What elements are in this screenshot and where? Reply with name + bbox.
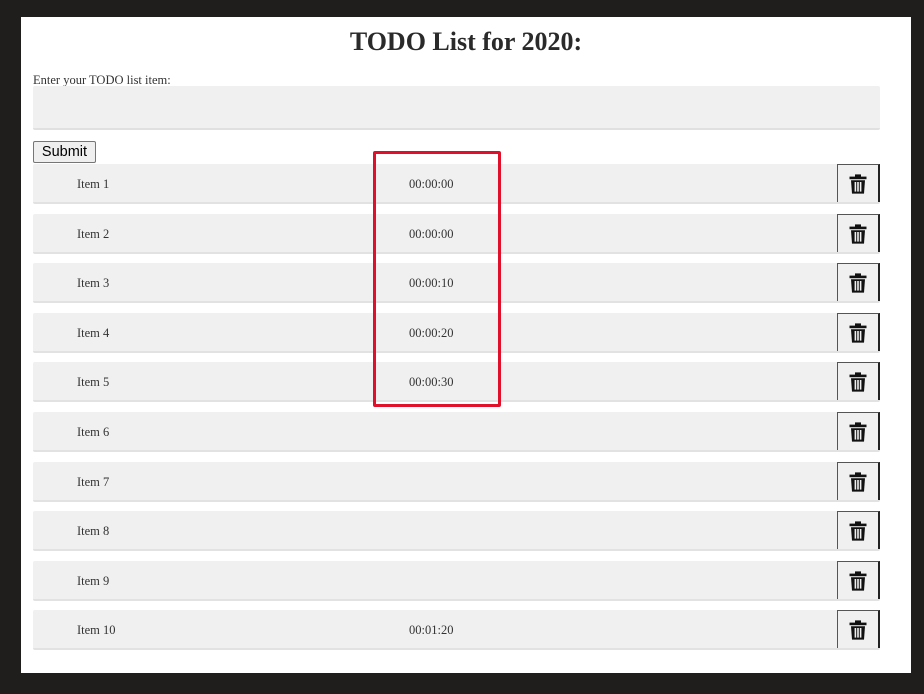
trash-icon bbox=[849, 322, 867, 343]
list-item: Item 3 00:00:10 bbox=[33, 263, 880, 303]
item-label: Item 7 bbox=[77, 475, 110, 489]
list-item: Item 10 00:01:20 bbox=[33, 610, 880, 650]
list-item: Item 1 00:00:00 bbox=[33, 164, 880, 204]
trash-icon bbox=[849, 471, 867, 492]
trash-icon bbox=[849, 520, 867, 541]
delete-item-button[interactable] bbox=[837, 511, 880, 549]
list-item: Item 6 bbox=[33, 412, 880, 452]
trash-icon bbox=[849, 173, 867, 194]
delete-item-button[interactable] bbox=[837, 610, 880, 648]
trash-icon bbox=[849, 371, 867, 392]
todo-input[interactable] bbox=[33, 86, 880, 130]
item-label: Item 8 bbox=[77, 524, 110, 538]
submit-button[interactable]: Submit bbox=[33, 141, 96, 163]
list-item: Item 4 00:00:20 bbox=[33, 313, 880, 353]
item-timestamp: 00:00:00 bbox=[409, 177, 454, 191]
item-label: Item 3 bbox=[77, 276, 110, 290]
trash-icon bbox=[849, 421, 867, 442]
trash-icon bbox=[849, 570, 867, 591]
page-title: TODO List for 2020: bbox=[349, 27, 583, 56]
item-timestamp: 00:01:20 bbox=[409, 623, 454, 637]
item-label: Item 9 bbox=[77, 574, 110, 588]
delete-item-button[interactable] bbox=[837, 462, 880, 500]
delete-item-button[interactable] bbox=[837, 561, 880, 599]
list-item: Item 2 00:00:00 bbox=[33, 214, 880, 254]
item-label: Item 4 bbox=[77, 326, 110, 340]
delete-item-button[interactable] bbox=[837, 214, 880, 252]
item-timestamp: 00:00:20 bbox=[409, 326, 454, 340]
list-item: Item 9 bbox=[33, 561, 880, 601]
delete-item-button[interactable] bbox=[837, 412, 880, 450]
delete-item-button[interactable] bbox=[837, 362, 880, 400]
item-label: Item 5 bbox=[77, 375, 110, 389]
item-label: Item 10 bbox=[77, 623, 116, 637]
list-item: Item 8 bbox=[33, 511, 880, 551]
item-timestamp: 00:00:30 bbox=[409, 375, 454, 389]
item-timestamp: 00:00:10 bbox=[409, 276, 454, 290]
trash-icon bbox=[849, 223, 867, 244]
item-timestamp: 00:00:00 bbox=[409, 227, 454, 241]
delete-item-button[interactable] bbox=[837, 313, 880, 351]
trash-icon bbox=[849, 619, 867, 640]
list-item: Item 5 00:00:30 bbox=[33, 362, 880, 402]
delete-item-button[interactable] bbox=[837, 263, 880, 301]
delete-item-button[interactable] bbox=[837, 164, 880, 202]
trash-icon bbox=[849, 272, 867, 293]
item-label: Item 1 bbox=[77, 177, 110, 191]
page: TODO List for 2020: Enter your TODO list… bbox=[21, 17, 911, 673]
item-label: Item 2 bbox=[77, 227, 110, 241]
list-item: Item 7 bbox=[33, 462, 880, 502]
item-label: Item 6 bbox=[77, 425, 110, 439]
